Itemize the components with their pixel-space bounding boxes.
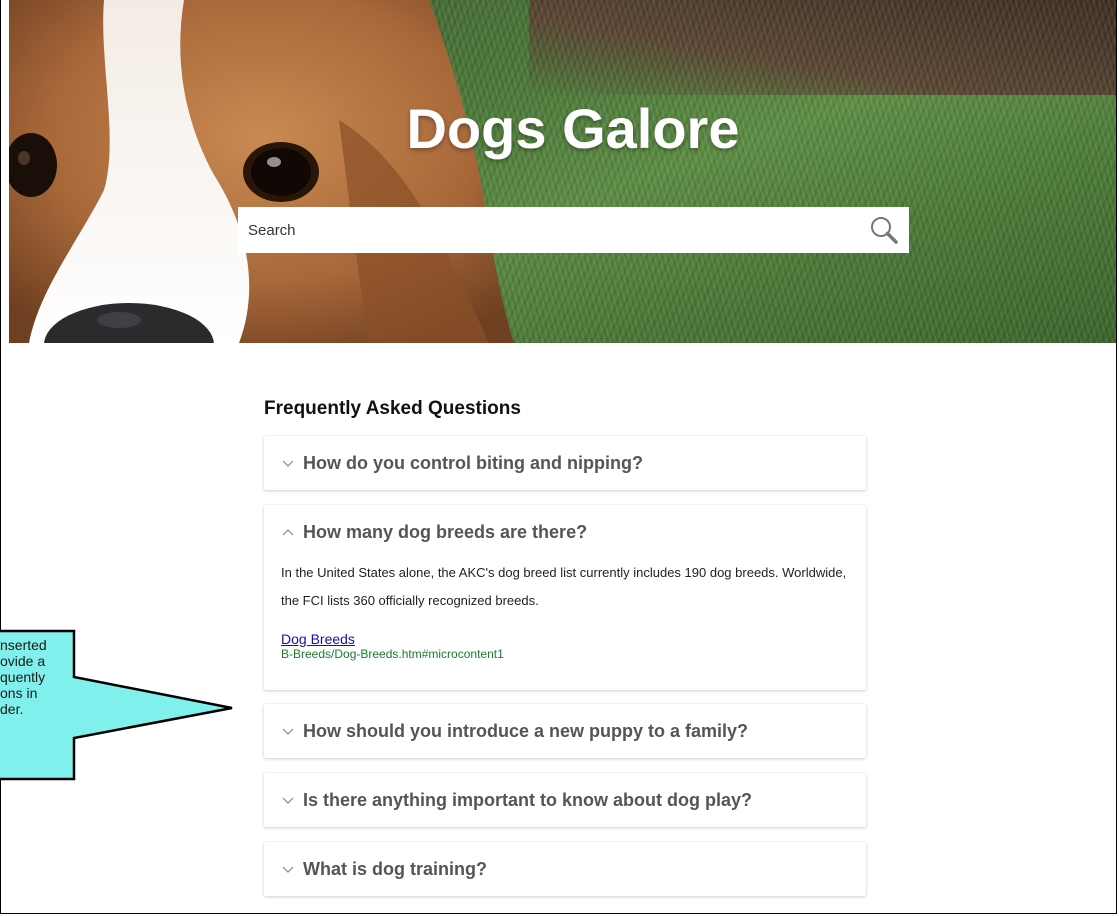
faq-question-toggle[interactable]: How do you control biting and nipping? [264,436,866,490]
faq-question: Is there anything important to know abou… [303,789,753,810]
link-path: B-Breeds/Dog-Breeds.htm#microcontent1 [281,647,504,661]
faq-question: How should you introduce a new puppy to … [303,720,749,741]
search-bar [238,207,909,253]
callout-line: nserted [0,637,47,653]
chevron-down-icon [281,456,295,470]
faq-heading: Frequently Asked Questions [264,398,521,419]
callout-bubble [0,629,233,781]
callout-line: der. [0,701,24,717]
chevron-down-icon [281,862,295,876]
callout-text: nserted ovide a quently ons in der. [0,637,70,717]
chevron-down-icon [281,793,295,807]
faq-item[interactable]: How do you control biting and nipping? [264,436,866,490]
site-title: Dogs Galore [406,97,740,160]
faq-question: How do you control biting and nipping? [303,452,643,473]
faq-question-toggle[interactable]: How should you introduce a new puppy to … [264,704,866,758]
search-button[interactable] [859,207,909,253]
search-icon [871,217,898,244]
callout-line: ovide a [0,653,46,669]
chevron-down-icon [281,724,295,738]
faq-question: What is dog training? [303,858,487,879]
dog-breeds-link[interactable]: Dog Breeds [281,631,866,647]
faq-question-toggle[interactable]: What is dog training? [264,842,866,896]
faq-question: How many dog breeds are there? [303,521,588,542]
faq-question-toggle[interactable]: Is there anything important to know abou… [264,773,866,827]
callout-line: quently [0,669,46,685]
search-input[interactable] [238,207,859,253]
faq-answer: In the United States alone, the AKC's do… [281,565,847,608]
callout-line: ons in [0,685,38,701]
faq-question-toggle[interactable]: How many dog breeds are there? [264,505,866,559]
faq-item[interactable]: Is there anything important to know abou… [264,773,866,827]
faq-item[interactable]: How should you introduce a new puppy to … [264,704,866,758]
chevron-up-icon [281,525,295,539]
faq-item[interactable]: What is dog training? [264,842,866,896]
faq-item-expanded[interactable]: How many dog breeds are there? In the Un… [264,505,866,690]
